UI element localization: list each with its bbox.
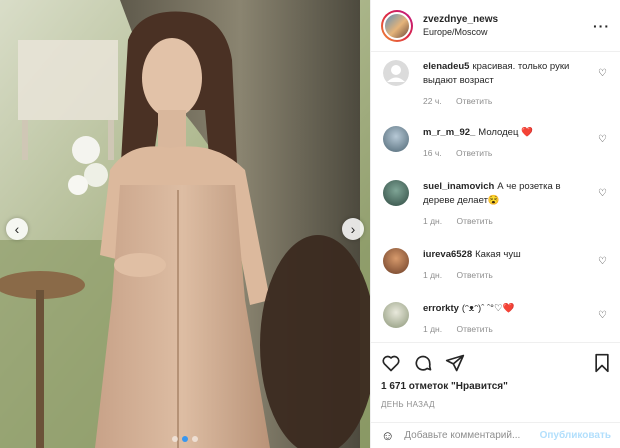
comment-item: elenadeu5 красивая. только руки выдают во… bbox=[371, 60, 620, 108]
commenter-avatar[interactable] bbox=[383, 126, 409, 152]
like-comment-icon[interactable]: ♡ bbox=[598, 68, 607, 79]
add-comment-bar: ☺ Опубликовать bbox=[371, 422, 620, 448]
like-comment-icon[interactable]: ♡ bbox=[598, 188, 607, 199]
comment-username[interactable]: suel_inamovich bbox=[423, 181, 494, 192]
reply-button[interactable]: Ответить bbox=[456, 148, 492, 158]
bookmark-icon[interactable] bbox=[593, 353, 611, 373]
post-sidebar: zvezdnye_news Europe/Moscow ··· elenadeu… bbox=[370, 0, 620, 448]
reply-button[interactable]: Ответить bbox=[456, 216, 492, 226]
comment-icon[interactable] bbox=[413, 353, 433, 373]
author-avatar[interactable] bbox=[381, 9, 413, 42]
chevron-left-icon: ‹ bbox=[14, 221, 20, 237]
post-location[interactable]: Europe/Moscow bbox=[423, 27, 498, 37]
default-avatar-icon[interactable] bbox=[383, 60, 409, 86]
carousel-dot-active bbox=[182, 436, 188, 442]
photo-illustration bbox=[0, 0, 370, 448]
like-comment-icon[interactable]: ♡ bbox=[598, 256, 607, 267]
likes-count[interactable]: 1 671 отметок "Нравится" bbox=[381, 381, 611, 392]
comment-item: iureva6528 Какая чуш 1 дн. Ответить ♡ bbox=[371, 248, 620, 282]
comment-time: 16 ч. bbox=[423, 148, 442, 158]
post-comment-button[interactable]: Опубликовать bbox=[540, 430, 611, 441]
comment-username[interactable]: m_r_m_92_ bbox=[423, 127, 475, 138]
reply-button[interactable]: Ответить bbox=[456, 324, 492, 334]
comments-list: elenadeu5 красивая. только руки выдают во… bbox=[371, 52, 620, 342]
emoji-icon[interactable]: ☺ bbox=[381, 428, 394, 443]
post-header: zvezdnye_news Europe/Moscow ··· bbox=[371, 0, 620, 52]
comment-item: suel_inamovich А че розетка в дереве дела… bbox=[371, 180, 620, 228]
share-icon[interactable] bbox=[445, 353, 465, 373]
comment-time: 1 дн. bbox=[423, 270, 443, 280]
like-comment-icon[interactable]: ♡ bbox=[598, 310, 607, 321]
comment-time: 1 дн. bbox=[423, 324, 443, 334]
carousel-dot bbox=[172, 436, 178, 442]
reply-button[interactable]: Ответить bbox=[456, 96, 492, 106]
comment-text: (ᵔᴥᵔ)ˆ ˆ°♡❤️ bbox=[461, 303, 515, 314]
comment-username[interactable]: iureva6528 bbox=[423, 249, 472, 260]
commenter-avatar[interactable] bbox=[383, 180, 409, 206]
post-time: ДЕНЬ НАЗАД bbox=[381, 400, 435, 409]
heart-icon[interactable] bbox=[381, 353, 401, 373]
comment-item: errorkty (ᵔᴥᵔ)ˆ ˆ°♡❤️ 1 дн. Ответить ♡ bbox=[371, 302, 620, 336]
comment-username[interactable]: errorkty bbox=[423, 303, 459, 314]
comment-input[interactable] bbox=[404, 430, 540, 441]
carousel-dot bbox=[192, 436, 198, 442]
more-icon[interactable]: ··· bbox=[593, 18, 610, 34]
post-photo[interactable]: ‹ › bbox=[0, 0, 370, 448]
comment-item: m_r_m_92_ Молодец ❤️ 16 ч. Ответить ♡ bbox=[371, 126, 620, 160]
post-actions: 1 671 отметок "Нравится" ДЕНЬ НАЗАД bbox=[371, 342, 620, 409]
carousel-indicator bbox=[0, 436, 370, 442]
previous-photo-button[interactable]: ‹ bbox=[6, 218, 28, 240]
author-username[interactable]: zvezdnye_news bbox=[423, 14, 498, 25]
comment-time: 22 ч. bbox=[423, 96, 442, 106]
comment-time: 1 дн. bbox=[423, 216, 443, 226]
chevron-right-icon: › bbox=[350, 221, 356, 237]
commenter-avatar[interactable] bbox=[383, 248, 409, 274]
next-photo-button[interactable]: › bbox=[342, 218, 364, 240]
comment-username[interactable]: elenadeu5 bbox=[423, 61, 469, 72]
like-comment-icon[interactable]: ♡ bbox=[598, 134, 607, 145]
commenter-avatar[interactable] bbox=[383, 302, 409, 328]
reply-button[interactable]: Ответить bbox=[456, 270, 492, 280]
comment-text: Молодец ❤️ bbox=[478, 127, 533, 138]
comment-text: Какая чуш bbox=[475, 249, 521, 260]
